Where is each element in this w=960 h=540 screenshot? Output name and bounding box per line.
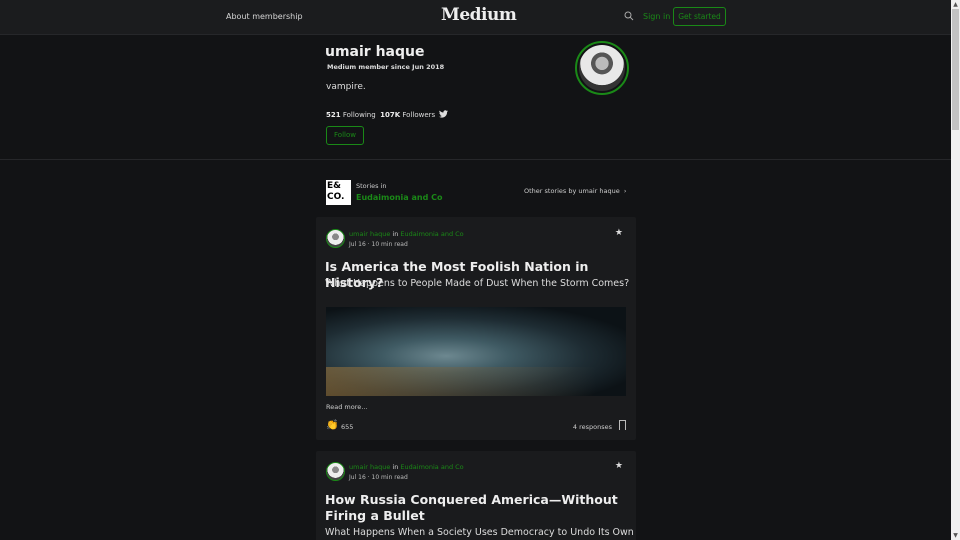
publication-link[interactable]: Eudaimonia and Co [400,463,463,471]
author-link[interactable]: umair haque [349,230,390,238]
following-label: Following [342,111,376,119]
following-link[interactable]: 521 Following [326,111,376,119]
bookmark-icon[interactable] [619,420,626,430]
scroll-down-arrow-icon[interactable]: ▼ [951,531,960,540]
post-title[interactable]: How Russia Conquered America—Without Fir… [325,492,620,524]
post-card[interactable]: umair haque in Eudaimonia and Co Jul 16 … [316,451,636,540]
star-icon: ★ [614,228,623,238]
stories-in-label: Stories in [356,182,387,190]
scroll-up-arrow-icon[interactable]: ▲ [951,0,960,9]
in-label: in [392,230,399,238]
star-icon: ★ [614,461,623,471]
profile-stats: 521 Following 107K Followers · [326,111,446,119]
read-time: 10 min read [371,474,408,481]
followers-count: 107K [380,111,401,119]
publication-link[interactable]: Eudaimonia and Co [356,193,442,202]
member-since: Medium member since Jun 2018 [327,63,445,71]
post-date: Jul 16 [349,241,366,248]
author-avatar[interactable] [326,462,345,481]
about-membership-link[interactable]: About membership [226,12,303,21]
publication-logo[interactable]: E& CO. [326,180,351,205]
followers-label: Followers [402,111,436,119]
read-more-link[interactable]: Read more… [326,403,368,411]
post-subtitle: What Happens to People Made of Dust When… [325,278,630,289]
post-byline: umair haque in Eudaimonia and Co [349,230,464,238]
post-meta: Jul 16 · 10 min read [349,474,408,481]
medium-logo[interactable]: Medium [441,5,517,25]
page: About membership Medium Sign in Get star… [0,0,951,540]
other-stories-label: Other stories by umair haque [524,187,620,195]
publication-link[interactable]: Eudaimonia and Co [400,230,463,238]
post-byline: umair haque in Eudaimonia and Co [349,463,464,471]
other-stories-link[interactable]: Other stories by umair haque › [524,187,626,195]
search-icon[interactable] [624,11,634,21]
author-avatar[interactable] [326,229,345,248]
post-subtitle: What Happens When a Society Uses Democra… [325,527,634,538]
scrollbar[interactable]: ▲ ▼ [951,0,960,540]
follow-button[interactable]: Follow [326,126,364,145]
post-card[interactable]: umair haque in Eudaimonia and Co Jul 16 … [316,217,636,440]
twitter-icon[interactable] [439,110,448,118]
clap-icon[interactable]: 👏 [326,420,338,431]
read-time: 10 min read [371,241,408,248]
get-started-button[interactable]: Get started [673,7,726,26]
responses-link[interactable]: 4 responses [573,423,612,431]
profile-avatar[interactable] [575,41,629,95]
profile-name: umair haque [325,44,425,60]
scrollbar-thumb[interactable] [952,9,959,130]
top-nav: About membership Medium Sign in Get star… [0,0,951,35]
clap-count: 655 [341,423,354,431]
divider [0,159,951,160]
author-link[interactable]: umair haque [349,463,390,471]
post-image-glow [326,367,626,396]
sign-in-link[interactable]: Sign in [643,12,670,21]
post-date: Jul 16 [349,474,366,481]
followers-link[interactable]: 107K Followers [380,111,435,119]
following-count: 521 [326,111,341,119]
post-meta: Jul 16 · 10 min read [349,241,408,248]
chevron-right-icon: › [623,187,627,195]
in-label: in [392,463,399,471]
profile-bio: vampire. [326,82,366,92]
